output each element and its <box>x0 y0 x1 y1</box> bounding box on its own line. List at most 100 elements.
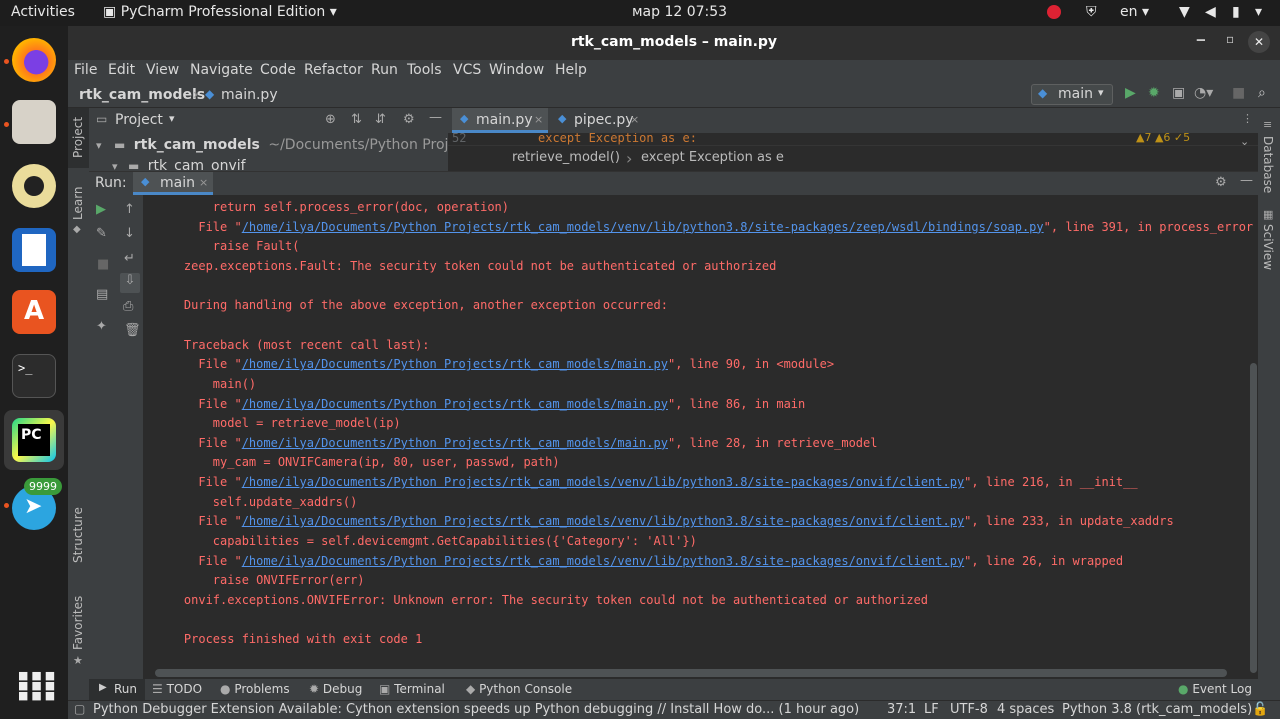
rerun-icon[interactable]: ▶ <box>96 202 106 217</box>
file-link[interactable]: /home/ilya/Documents/Python Projects/rtk… <box>242 436 668 450</box>
firefox-icon[interactable] <box>12 38 56 82</box>
close-icon[interactable]: × <box>630 113 639 126</box>
volume-icon[interactable]: ◀ <box>1205 4 1216 20</box>
menu-code[interactable]: Code <box>260 62 296 78</box>
profile-icon[interactable]: ◔▾ <box>1194 85 1213 101</box>
tab-main-py[interactable]: ◆ main.py × <box>452 108 548 133</box>
toggle-tool-windows-icon[interactable]: ▢ <box>74 702 85 716</box>
project-view-label[interactable]: Project <box>115 112 163 128</box>
tab-pipec-py[interactable]: ◆ pipec.py × <box>552 108 644 133</box>
menu-refactor[interactable]: Refactor <box>304 62 363 78</box>
activities-button[interactable]: Activities <box>11 4 75 20</box>
tabs-menu-icon[interactable]: ⋮ <box>1242 112 1253 125</box>
console-output[interactable]: return self.process_error(doc, operation… <box>143 195 1258 679</box>
chrome-indicator-icon[interactable] <box>1047 5 1061 19</box>
breadcrumb-file[interactable]: main.py <box>221 87 278 103</box>
stop-icon[interactable]: ■ <box>1232 85 1245 101</box>
run-tab-main[interactable]: ◆ main × <box>133 172 213 195</box>
clock[interactable]: мар 12 07:53 <box>632 4 727 20</box>
menu-tools[interactable]: Tools <box>407 62 442 78</box>
database-tool-button[interactable]: Database <box>1261 136 1275 193</box>
python-interpreter[interactable]: Python 3.8 (rtk_cam_models) <box>1062 702 1252 717</box>
tab-event-log[interactable]: ● Event Log <box>1178 682 1252 696</box>
favorites-tool-button[interactable]: Favorites <box>71 596 85 650</box>
file-link[interactable]: /home/ilya/Documents/Python Projects/rtk… <box>242 514 964 528</box>
wrench-icon[interactable]: ✎ <box>96 226 107 241</box>
restore-layout-icon[interactable]: ▤ <box>96 287 108 302</box>
structure-tool-button[interactable]: Structure <box>71 507 85 563</box>
rhythmbox-icon[interactable] <box>12 164 56 208</box>
app-menu[interactable]: ▣ PyCharm Professional Edition ▾ <box>103 4 337 20</box>
gear-icon[interactable]: ⚙ <box>1215 175 1227 190</box>
caret-position[interactable]: 37:1 <box>887 702 916 717</box>
close-icon[interactable]: × <box>199 176 208 189</box>
trash-icon[interactable]: 🗑 <box>124 323 141 338</box>
tab-debug[interactable]: ✹ Debug <box>309 682 362 696</box>
breadcrumb-project[interactable]: rtk_cam_models <box>79 87 205 103</box>
menu-edit[interactable]: Edit <box>108 62 135 78</box>
vertical-scrollbar[interactable] <box>1250 363 1257 673</box>
language-indicator[interactable]: en ▾ <box>1120 4 1149 20</box>
menu-run[interactable]: Run <box>371 62 398 78</box>
close-icon[interactable]: × <box>534 113 543 126</box>
tab-todo[interactable]: ☰ TODO <box>152 682 202 696</box>
system-menu-chevron-icon[interactable]: ▾ <box>1255 4 1262 20</box>
menu-vcs[interactable]: VCS <box>453 62 481 78</box>
line-separator[interactable]: LF <box>924 702 939 717</box>
file-link[interactable]: /home/ilya/Documents/Python Projects/rtk… <box>242 397 668 411</box>
file-link[interactable]: /home/ilya/Documents/Python Projects/rtk… <box>242 554 964 568</box>
file-encoding[interactable]: UTF-8 <box>950 702 988 717</box>
stop-icon[interactable]: ■ <box>97 257 109 272</box>
scroll-to-end-icon[interactable]: ⇩ <box>120 273 140 293</box>
hide-icon[interactable]: — <box>1240 173 1253 188</box>
tab-terminal[interactable]: ▣ Terminal <box>379 682 445 696</box>
search-icon[interactable]: ⌕ <box>1258 85 1266 101</box>
files-icon[interactable] <box>12 100 56 144</box>
battery-icon[interactable]: ▮ <box>1232 4 1240 20</box>
menu-file[interactable]: File <box>74 62 97 78</box>
learn-tool-button[interactable]: Learn <box>71 186 85 220</box>
writer-icon[interactable] <box>12 228 56 272</box>
lock-icon[interactable]: 🔓 <box>1252 702 1268 717</box>
gear-icon[interactable]: ⚙ <box>403 112 415 127</box>
tab-problems[interactable]: ● Problems <box>220 682 290 696</box>
maximize-icon[interactable]: ▫ <box>1226 32 1234 46</box>
pin-icon[interactable]: ✦ <box>96 319 107 334</box>
debug-icon[interactable]: ✹ <box>1148 85 1160 101</box>
pycharm-icon[interactable]: PC <box>12 418 56 462</box>
collapse-all-icon[interactable]: ⇵ <box>375 112 386 127</box>
run-icon[interactable]: ▶ <box>1125 85 1136 101</box>
indent-setting[interactable]: 4 spaces <box>997 702 1054 717</box>
show-apps-icon[interactable]: ■■■ ■■■ ■■■ <box>18 670 55 703</box>
tab-run[interactable]: ▶ Run <box>89 679 145 700</box>
menu-window[interactable]: Window <box>489 62 544 78</box>
menu-help[interactable]: Help <box>555 62 587 78</box>
sciview-tool-button[interactable]: SciView <box>1261 224 1275 270</box>
minimize-icon[interactable]: ‒ <box>1196 32 1206 48</box>
up-arrow-icon[interactable]: ↑ <box>124 202 135 217</box>
locate-icon[interactable]: ⊕ <box>325 112 336 127</box>
inspection-summary[interactable]: ▲7 ▲6 ✓5 <box>1136 133 1190 144</box>
expand-all-icon[interactable]: ⇅ <box>351 112 362 127</box>
breadcrumb-function[interactable]: retrieve_model() <box>512 150 620 165</box>
menu-view[interactable]: View <box>146 62 179 78</box>
tree-item[interactable]: ▾ ▬ rtk_cam_onvif <box>112 158 246 171</box>
menu-navigate[interactable]: Navigate <box>190 62 253 78</box>
tree-root[interactable]: ▾ ▬ rtk_cam_models ~/Documents/Python Pr… <box>96 137 448 153</box>
file-link[interactable]: /home/ilya/Documents/Python Projects/rtk… <box>242 220 1044 234</box>
project-tool-button[interactable]: Project <box>71 117 85 158</box>
file-link[interactable]: /home/ilya/Documents/Python Projects/rtk… <box>242 475 964 489</box>
chevron-down-icon[interactable]: ▾ <box>169 112 175 125</box>
soft-wrap-icon[interactable]: ↵ <box>124 251 135 266</box>
wifi-icon[interactable]: ▼ <box>1179 4 1190 20</box>
tab-python-console[interactable]: ◆ Python Console <box>466 682 572 696</box>
hide-icon[interactable]: — <box>429 110 442 125</box>
run-config-selector[interactable]: ◆ main ▾ <box>1031 84 1113 105</box>
status-message[interactable]: Python Debugger Extension Available: Cyt… <box>93 702 859 717</box>
horizontal-scrollbar[interactable] <box>155 669 1227 677</box>
terminal-icon[interactable]: >_ <box>12 354 56 398</box>
print-icon[interactable]: ⎙ <box>123 299 133 314</box>
close-icon[interactable]: ✕ <box>1248 31 1270 53</box>
file-link[interactable]: /home/ilya/Documents/Python Projects/rtk… <box>242 357 668 371</box>
code-editor[interactable]: 52 except Exception as e: ▲7 ▲6 ✓5 ⌄ ret… <box>448 133 1258 171</box>
